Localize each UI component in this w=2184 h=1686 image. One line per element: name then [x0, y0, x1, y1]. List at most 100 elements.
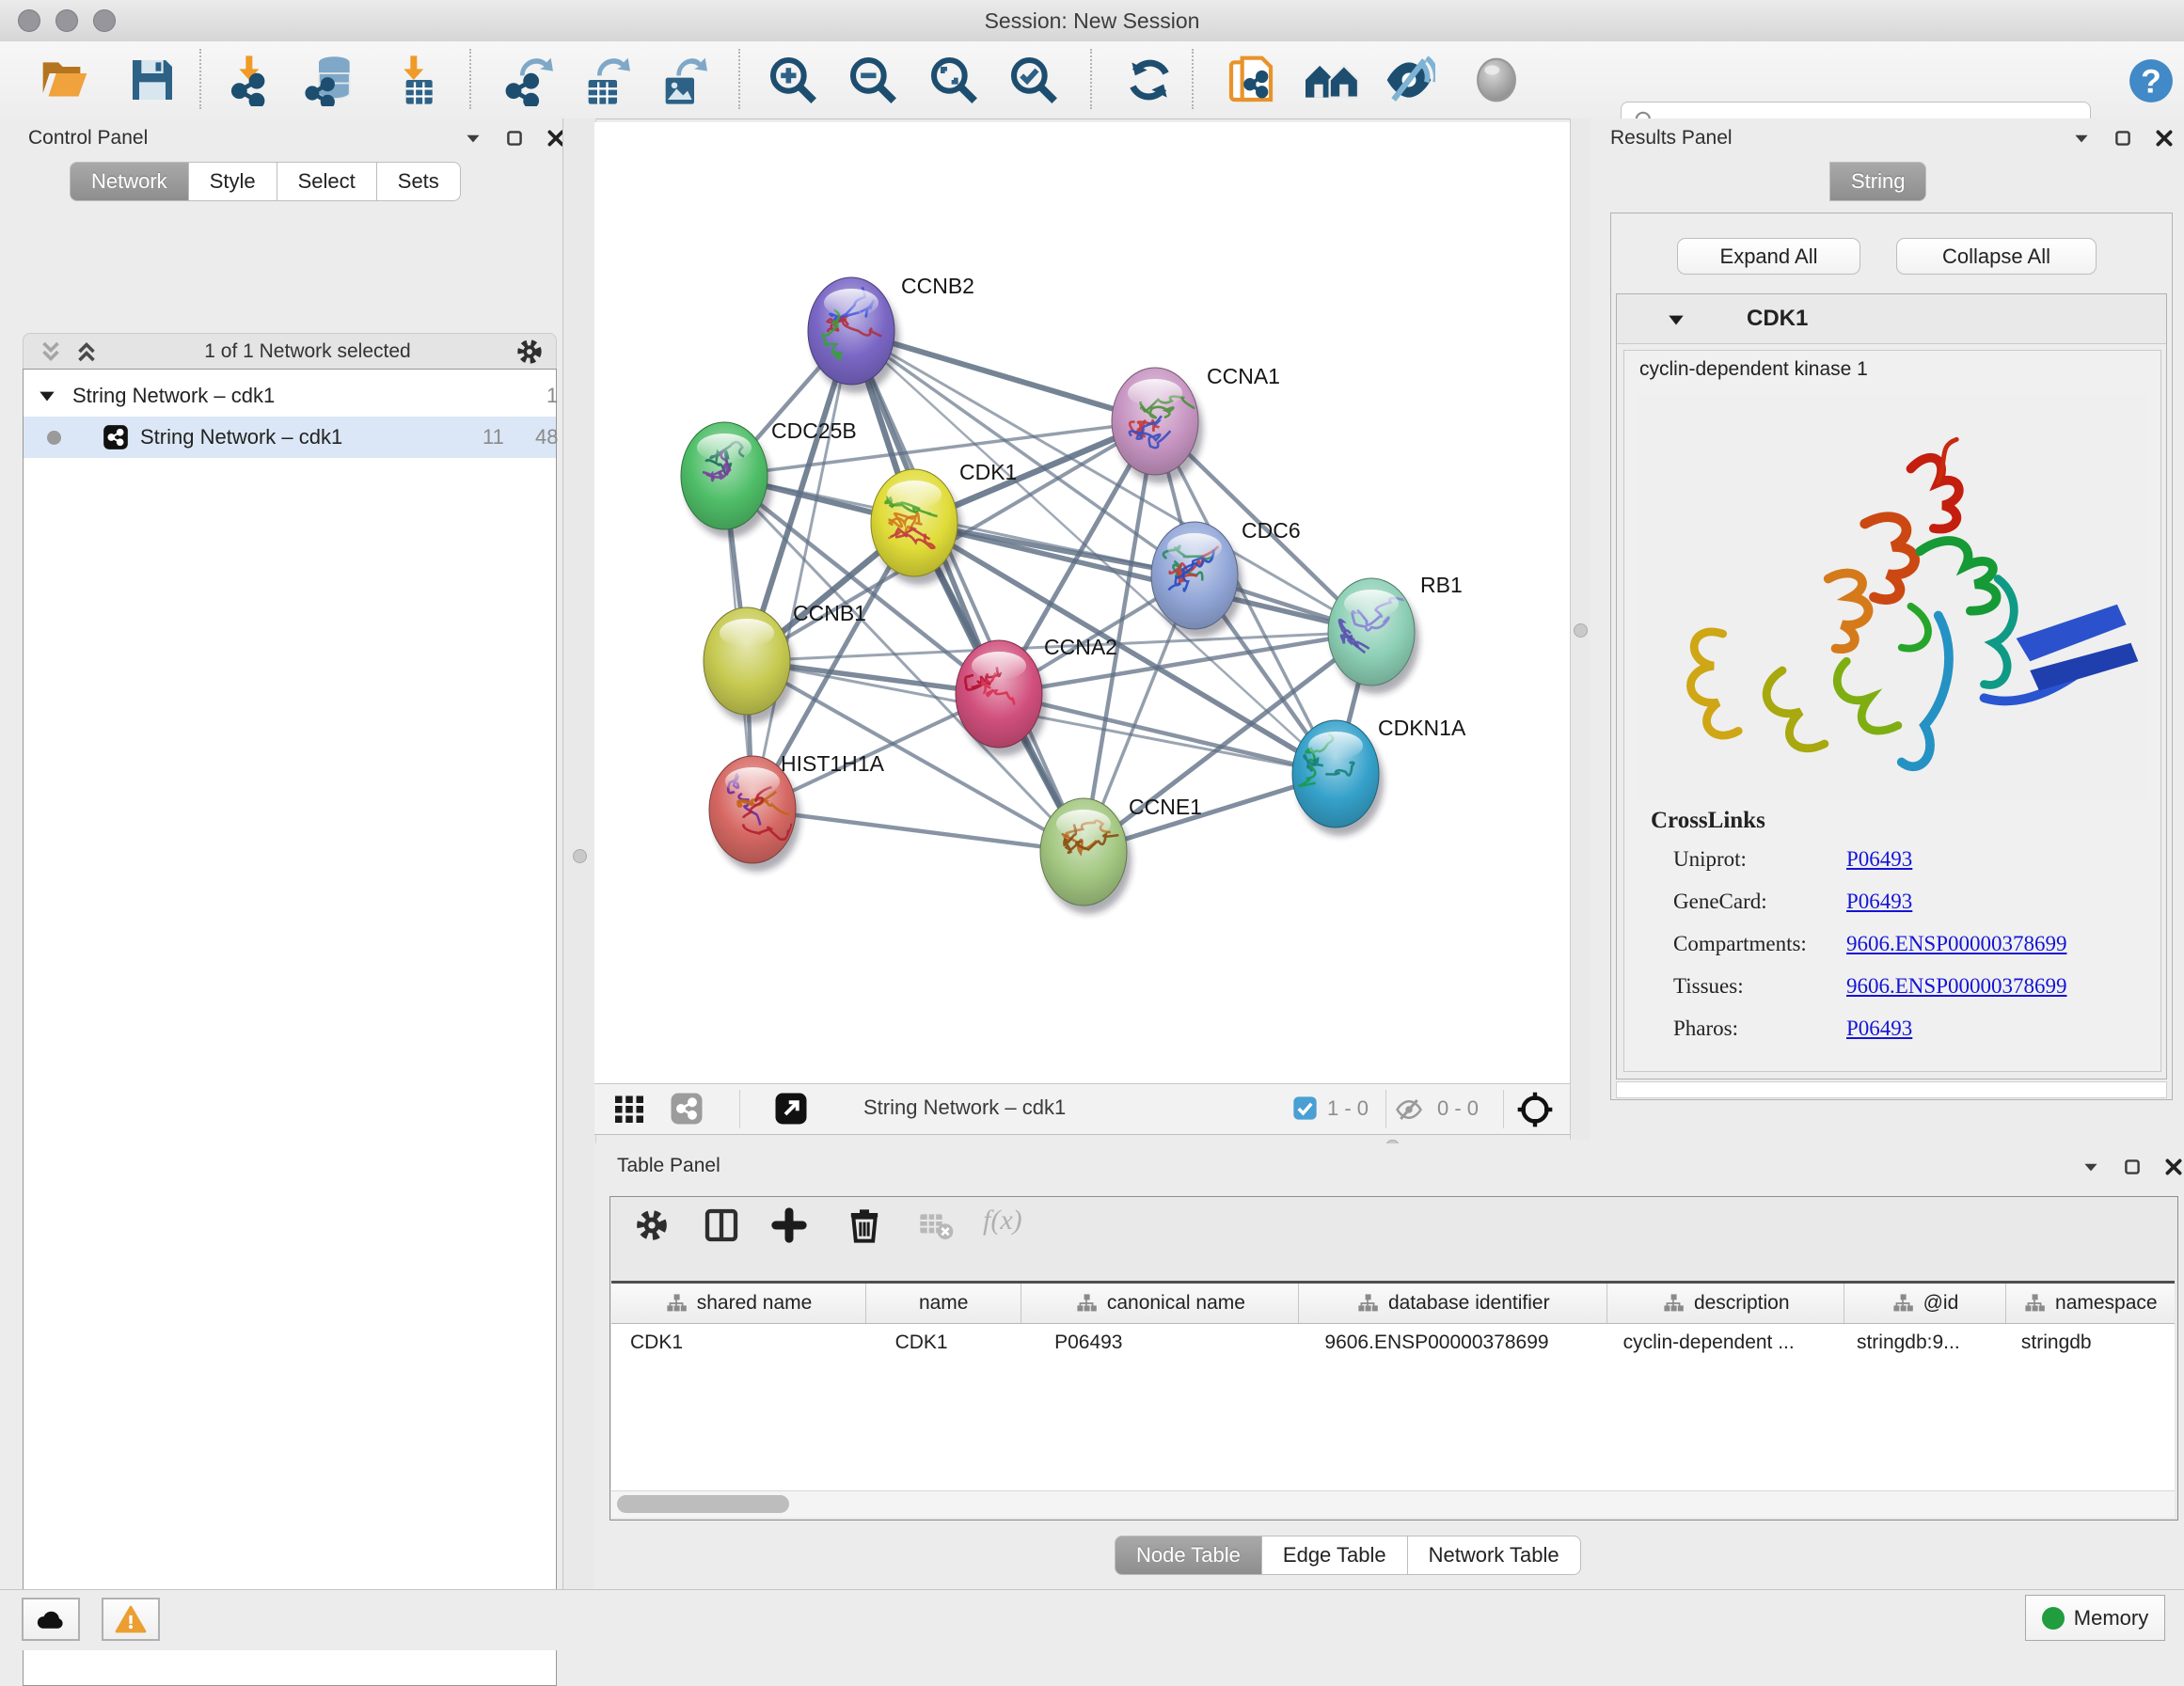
function-builder-icon[interactable]: f(x): [983, 1205, 1022, 1237]
open-in-cytoscape-web-icon[interactable]: [1225, 54, 1277, 106]
network-node-RB1[interactable]: [1328, 578, 1419, 694]
cell-description[interactable]: cyclin-dependent ...: [1605, 1324, 1838, 1362]
cell-canonical-name[interactable]: P06493: [1036, 1324, 1306, 1362]
import-table-file-icon[interactable]: [388, 54, 441, 106]
network-node-CDC6[interactable]: [1151, 522, 1242, 638]
expand-all-chevron-icon[interactable]: [72, 338, 101, 366]
delete-table-icon[interactable]: [917, 1206, 955, 1244]
sphere-icon[interactable]: [1470, 54, 1523, 106]
memory-button[interactable]: Memory: [2025, 1595, 2165, 1641]
selected-checkbox-icon[interactable]: [1292, 1095, 1318, 1121]
float-panel-icon[interactable]: [2122, 1157, 2143, 1177]
table-gear-icon[interactable]: [633, 1206, 671, 1244]
table-horizontal-scrollbar[interactable]: [611, 1490, 2175, 1518]
collapse-all-button[interactable]: Collapse All: [1896, 238, 2097, 275]
open-session-icon[interactable]: [39, 54, 91, 106]
network-node-CCNB2[interactable]: [808, 277, 899, 393]
column-header-namespace[interactable]: namespace: [2006, 1284, 2175, 1323]
table-row[interactable]: CDK1 CDK1 P06493 9606.ENSP00000378699 cy…: [611, 1324, 2175, 1362]
tab-network[interactable]: Network: [70, 162, 189, 201]
collapse-all-chevron-icon[interactable]: [37, 338, 65, 366]
tab-select[interactable]: Select: [277, 162, 377, 201]
cell-namespace[interactable]: stringdb: [2002, 1324, 2175, 1362]
float-panel-icon[interactable]: [2113, 128, 2133, 149]
export-network-icon[interactable]: [500, 54, 553, 106]
panel-menu-icon[interactable]: [2081, 1157, 2101, 1177]
tab-node-table[interactable]: Node Table: [1115, 1536, 1262, 1575]
gear-icon[interactable]: [514, 337, 545, 367]
network-collection-row[interactable]: String Network – cdk1 1: [24, 375, 556, 417]
open-view-icon[interactable]: [774, 1092, 808, 1126]
network-node-CCNB1[interactable]: [704, 607, 795, 723]
add-column-icon[interactable]: [703, 1206, 740, 1244]
crosslink-genecard-link[interactable]: P06493: [1846, 890, 1912, 914]
cell-shared-name[interactable]: CDK1: [611, 1324, 862, 1362]
export-image-icon[interactable]: [655, 54, 707, 106]
collection-expander-icon[interactable]: [37, 386, 57, 406]
tab-network-table[interactable]: Network Table: [1408, 1536, 1581, 1575]
zoom-in-icon[interactable]: [767, 54, 819, 106]
network-edge[interactable]: [752, 331, 851, 810]
crosslink-pharos-link[interactable]: P06493: [1846, 1016, 1912, 1041]
section-expander-icon[interactable]: [1666, 309, 1686, 330]
scrollbar-thumb[interactable]: [617, 1495, 789, 1513]
column-header-database-identifier[interactable]: database identifier: [1299, 1284, 1607, 1323]
network-node-CDKN1A[interactable]: [1292, 720, 1384, 836]
add-row-plus-icon[interactable]: [770, 1206, 808, 1244]
column-header-id[interactable]: @id: [1844, 1284, 2005, 1323]
warning-button[interactable]: [102, 1598, 160, 1641]
cell-database-identifier[interactable]: 9606.ENSP00000378699: [1306, 1324, 1604, 1362]
fit-selected-crosshair-icon[interactable]: [1516, 1091, 1554, 1128]
network-edge[interactable]: [752, 810, 1084, 852]
network-node-CDK1[interactable]: [871, 469, 962, 585]
node-label: CCNA1: [1207, 364, 1280, 388]
help-icon[interactable]: ?: [2128, 57, 2175, 104]
crosslink-uniprot-link[interactable]: P06493: [1846, 847, 1912, 872]
cloud-button[interactable]: [22, 1598, 80, 1641]
tab-string[interactable]: String: [1829, 162, 1926, 201]
close-panel-icon[interactable]: [2163, 1157, 2184, 1177]
zoom-fit-icon[interactable]: [927, 54, 980, 106]
expand-all-button[interactable]: Expand All: [1677, 238, 1860, 275]
gene-section-header[interactable]: CDK1: [1617, 294, 2166, 344]
network-node-CCNE1[interactable]: [1040, 798, 1132, 914]
tab-style[interactable]: Style: [189, 162, 277, 201]
network-canvas[interactable]: CCNB2CCNA1CDC25BCDK1CDC6RB1CCNB1CCNA2CDK…: [594, 122, 1570, 1083]
birdseye-grid-icon[interactable]: [612, 1092, 646, 1126]
crosslink-tissues-link[interactable]: 9606.ENSP00000378699: [1846, 974, 2067, 999]
network-node-CCNA1[interactable]: [1112, 368, 1203, 483]
delete-column-trash-icon[interactable]: [846, 1206, 883, 1244]
column-header-canonical-name[interactable]: canonical name: [1021, 1284, 1299, 1323]
cell-id[interactable]: stringdb:9...: [1838, 1324, 2002, 1362]
home-icon[interactable]: [1302, 54, 1362, 106]
network-node-CCNA2[interactable]: [956, 640, 1047, 756]
export-table-icon[interactable]: [578, 54, 630, 106]
tab-edge-table[interactable]: Edge Table: [1262, 1536, 1408, 1575]
left-splitter-handle[interactable]: [573, 849, 587, 863]
refresh-icon[interactable]: [1123, 54, 1176, 106]
cell-name[interactable]: CDK1: [862, 1324, 1037, 1362]
node-label: CDC6: [1242, 518, 1301, 543]
panel-menu-icon[interactable]: [463, 128, 483, 149]
show-graphics-details-icon[interactable]: [1383, 54, 1435, 106]
network-edge[interactable]: [851, 331, 1084, 852]
float-panel-icon[interactable]: [504, 128, 525, 149]
zoom-selected-icon[interactable]: [1007, 54, 1060, 106]
network-row-selected[interactable]: String Network – cdk1 11 48: [24, 417, 556, 458]
import-network-file-icon[interactable]: [224, 54, 277, 106]
results-scroll-strip[interactable]: [1616, 1081, 2167, 1098]
import-network-database-icon[interactable]: [301, 54, 363, 106]
node-table: shared name name canonical name database…: [611, 1281, 2175, 1493]
column-header-shared-name[interactable]: shared name: [611, 1284, 866, 1323]
column-header-name[interactable]: name: [866, 1284, 1021, 1323]
zoom-out-icon[interactable]: [847, 54, 899, 106]
column-header-description[interactable]: description: [1607, 1284, 1844, 1323]
hidden-eye-icon[interactable]: [1394, 1095, 1424, 1124]
save-session-icon[interactable]: [126, 54, 179, 106]
network-share-icon[interactable]: [670, 1092, 704, 1126]
right-splitter-handle[interactable]: [1574, 623, 1588, 638]
crosslink-compartments-link[interactable]: 9606.ENSP00000378699: [1846, 932, 2067, 956]
panel-menu-icon[interactable]: [2071, 128, 2092, 149]
close-panel-icon[interactable]: [2154, 128, 2175, 149]
tab-sets[interactable]: Sets: [377, 162, 461, 201]
